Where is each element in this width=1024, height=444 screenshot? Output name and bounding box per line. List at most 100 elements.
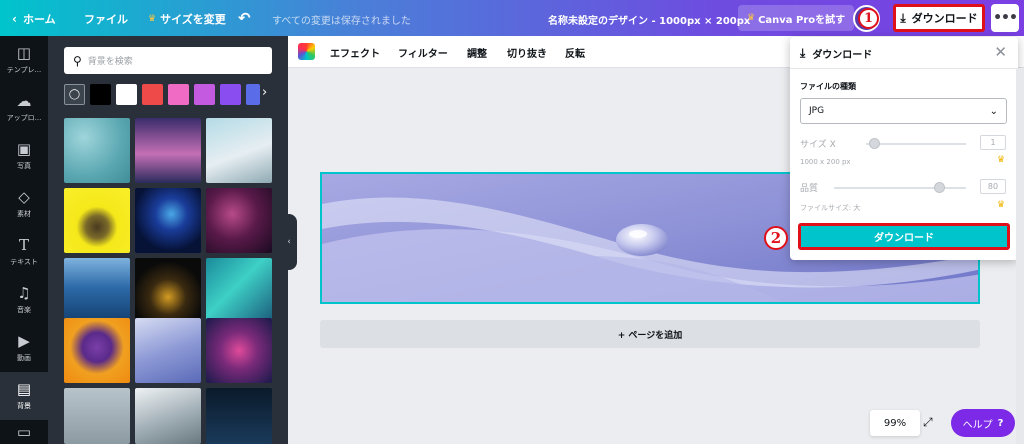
photo-icon: ▣ [16, 140, 32, 158]
rail-label: アップロ... [6, 114, 42, 122]
expand-icon[interactable]: ⤢ [923, 415, 933, 430]
rail-item-background[interactable]: ▤ 背景 [0, 372, 48, 420]
more-options-button[interactable]: ••• [991, 4, 1019, 32]
step-badge-1: 1 [858, 8, 879, 29]
background-thumbnail[interactable] [206, 188, 272, 253]
quality-input[interactable]: 80 [980, 179, 1006, 194]
step-badge-2: 2 [764, 226, 788, 250]
rail-item-templates[interactable]: ◫ テンプレ... [0, 36, 48, 84]
background-thumbnail[interactable] [64, 188, 130, 253]
background-thumbnail[interactable] [64, 258, 130, 323]
add-page-button[interactable]: + ページを追加 [320, 320, 980, 348]
size-slider[interactable] [866, 138, 966, 149]
help-label: ヘルプ [962, 419, 993, 431]
background-thumbnail[interactable] [206, 388, 272, 444]
background-thumbnail[interactable] [64, 388, 130, 444]
crown-icon: ♛ [997, 200, 1006, 210]
effects-button[interactable]: エフェクト [330, 45, 380, 60]
rail-item-elements[interactable]: ◇ 素材 [0, 180, 48, 228]
color-picker-icon[interactable] [298, 43, 315, 60]
file-type-select[interactable]: JPG ⌄ [800, 98, 1007, 124]
crop-button[interactable]: 切り抜き [507, 45, 547, 60]
file-menu[interactable]: ファイル [84, 11, 128, 27]
canva-pro-button[interactable]: ♛ Canva Proを試す [738, 5, 855, 31]
download-panel-header: ⤓ ダウンロード [800, 46, 872, 61]
design-title[interactable]: 名称未設定のデザイン - 1000px × 200px [548, 12, 750, 27]
background-thumbnail[interactable] [135, 388, 201, 444]
scrollbar[interactable] [1016, 68, 1024, 444]
size-label: サイズ X [800, 140, 836, 150]
background-thumbnail[interactable] [206, 258, 272, 323]
crown-icon: ♛ [747, 13, 756, 23]
divider [790, 68, 1018, 69]
crown-icon: ♛ [997, 155, 1006, 165]
rail-item-photos[interactable]: ▣ 写真 [0, 132, 48, 180]
rail-item-music[interactable]: ♫ 音楽 [0, 276, 48, 324]
rail-item-uploads[interactable]: ☁ アップロ... [0, 84, 48, 132]
resize-button[interactable]: ♛ サイズを変更 [148, 11, 226, 27]
file-type-label: ファイルの種類 [800, 82, 856, 91]
close-icon[interactable]: ✕ [994, 43, 1007, 61]
background-thumbnail[interactable] [135, 118, 201, 183]
rail-label: 音楽 [17, 306, 31, 314]
palette-icon[interactable]: ◯ [64, 84, 85, 105]
color-swatch[interactable] [90, 84, 111, 105]
left-rail: ◫ テンプレ... ☁ アップロ... ▣ 写真 ◇ 素材 T テキスト ♫ 音… [0, 36, 48, 444]
download-button[interactable]: ⤓ ダウンロード [893, 4, 985, 32]
color-swatch[interactable] [220, 84, 241, 105]
canva-pro-label: Canva Proを試す [758, 14, 846, 26]
rail-item-folder[interactable]: ▭ [0, 420, 48, 444]
background-thumbnail[interactable] [135, 188, 201, 253]
rail-label: テキスト [10, 258, 38, 266]
rail-label: テンプレ... [6, 66, 42, 74]
quality-label: 品質 [800, 184, 819, 194]
background-thumbnail[interactable] [206, 318, 272, 383]
color-swatches: ◯ [64, 84, 260, 106]
download-icon: ⤓ [900, 10, 906, 25]
background-panel: ⚲ 背景を検索 ◯ › [48, 36, 288, 444]
download-icon: ⤓ [800, 46, 806, 60]
home-button[interactable]: ‹ ホーム [12, 11, 56, 27]
color-swatch[interactable] [194, 84, 215, 105]
rail-label: 背景 [17, 402, 31, 410]
color-swatch[interactable] [142, 84, 163, 105]
rail-label: 写真 [17, 162, 31, 170]
chevron-right-icon[interactable]: › [262, 85, 267, 100]
quality-slider[interactable] [834, 182, 966, 193]
zoom-level[interactable]: 99% [870, 410, 920, 436]
flip-button[interactable]: 反転 [565, 45, 585, 60]
crown-icon: ♛ [148, 14, 157, 24]
video-icon: ▶ [18, 332, 30, 350]
background-thumbnail[interactable] [64, 318, 130, 383]
rail-item-video[interactable]: ▶ 動画 [0, 324, 48, 372]
download-panel: ⤓ ダウンロード ✕ ファイルの種類 JPG ⌄ サイズ X 1 1000 x … [790, 37, 1018, 260]
collapse-panel-button[interactable]: ‹ [281, 214, 297, 270]
save-status: すべての変更は保存されました [272, 16, 411, 27]
slider-knob[interactable] [934, 182, 945, 193]
search-icon: ⚲ [73, 53, 82, 68]
undo-icon[interactable]: ↶ [238, 9, 251, 27]
search-placeholder: 背景を検索 [87, 57, 133, 67]
search-input[interactable]: ⚲ 背景を検索 [64, 47, 272, 74]
background-thumbnail[interactable] [206, 118, 272, 183]
background-thumbnail[interactable] [64, 118, 130, 183]
background-thumbnail[interactable] [135, 318, 201, 383]
rail-item-text[interactable]: T テキスト [0, 228, 48, 276]
background-thumbnail[interactable] [135, 258, 201, 323]
color-swatch[interactable] [246, 84, 260, 105]
filter-button[interactable]: フィルター [398, 45, 448, 60]
color-swatch[interactable] [168, 84, 189, 105]
size-input[interactable]: 1 [980, 135, 1006, 150]
home-label: ホーム [22, 13, 56, 26]
folder-icon: ▭ [16, 423, 32, 441]
help-question-icon: ? [997, 417, 1004, 429]
chevron-down-icon: ⌄ [989, 105, 998, 117]
color-swatch[interactable] [116, 84, 137, 105]
download-confirm-button[interactable]: ダウンロード [798, 223, 1010, 250]
adjust-button[interactable]: 調整 [467, 45, 487, 60]
music-icon: ♫ [17, 284, 31, 302]
slider-knob[interactable] [869, 138, 880, 149]
help-button[interactable]: ヘルプ ? [951, 409, 1015, 437]
rail-label: 動画 [17, 354, 31, 362]
elements-icon: ◇ [18, 188, 30, 206]
